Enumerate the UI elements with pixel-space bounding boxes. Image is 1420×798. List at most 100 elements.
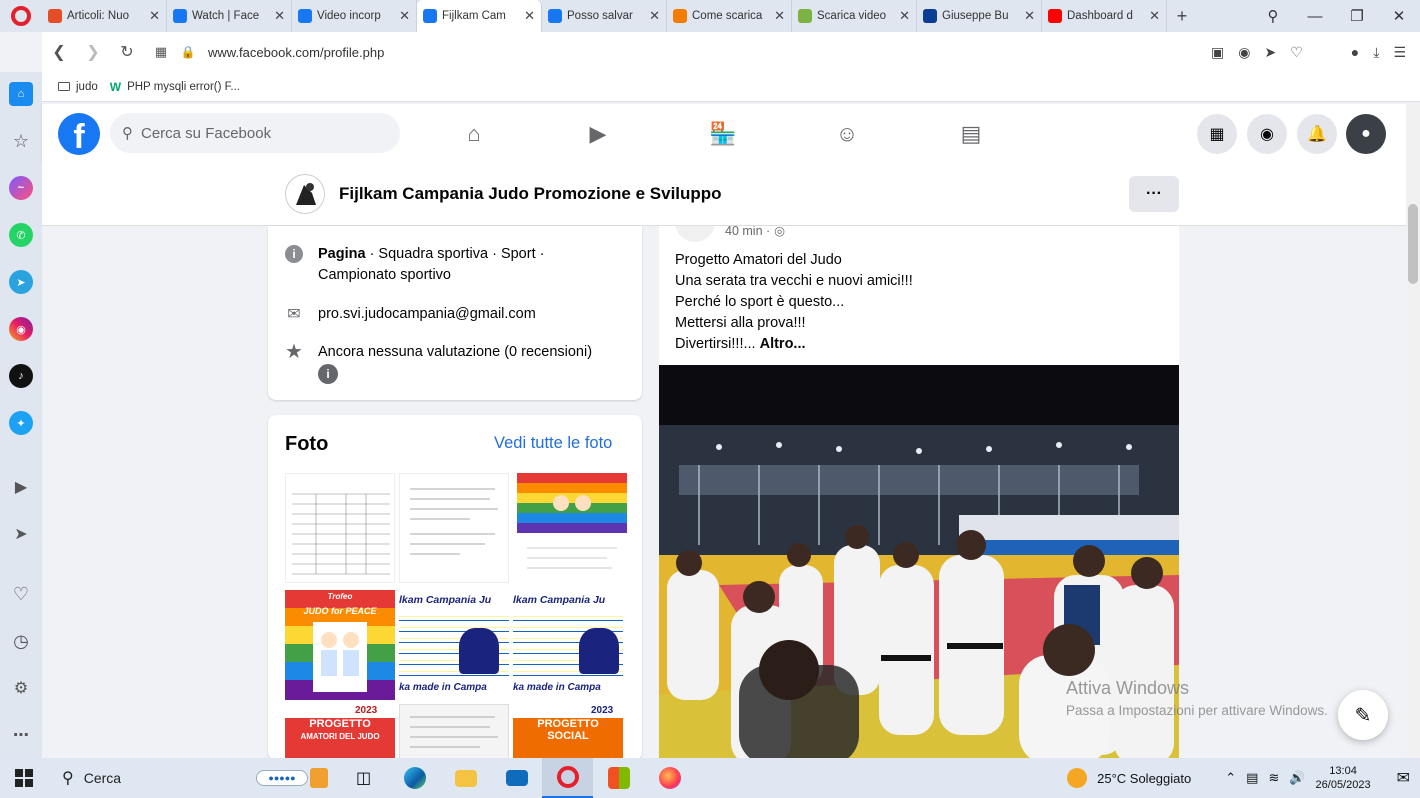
- see-more-link[interactable]: Altro...: [760, 336, 806, 352]
- close-tab-icon[interactable]: ✕: [274, 8, 285, 24]
- photo-thumb-progetto-amatori[interactable]: 2023 PROGETTO AMATORI DEL JUDO: [285, 704, 395, 760]
- browser-tab[interactable]: Watch | Face ✕: [167, 0, 292, 32]
- messenger-icon[interactable]: ~: [9, 176, 33, 200]
- browser-tab[interactable]: Posso salvar ✕: [542, 0, 667, 32]
- photo-thumb-campania[interactable]: lkam Campania Ju ka made in Campa: [513, 590, 623, 700]
- file-explorer-icon[interactable]: [440, 758, 491, 798]
- heart-icon[interactable]: ♡: [9, 582, 33, 606]
- back-button[interactable]: ❮: [42, 42, 76, 62]
- minimize-button[interactable]: —: [1294, 8, 1336, 25]
- heart-icon[interactable]: ♡: [1290, 44, 1303, 61]
- whatsapp-icon[interactable]: ✆: [9, 223, 33, 247]
- twitter-icon[interactable]: ✦: [9, 411, 33, 435]
- firefox-icon[interactable]: [644, 758, 695, 798]
- account-avatar[interactable]: ●: [1346, 114, 1386, 154]
- home-icon[interactable]: ⌂: [9, 82, 33, 106]
- close-tab-icon[interactable]: ✕: [1024, 8, 1035, 24]
- wifi-icon[interactable]: ≋: [1268, 770, 1279, 786]
- close-tab-icon[interactable]: ✕: [524, 8, 535, 24]
- new-tab-button[interactable]: +: [1167, 6, 1197, 27]
- photo-thumb[interactable]: [517, 473, 627, 583]
- download-icon[interactable]: ⤓: [1373, 44, 1379, 61]
- home-nav-icon[interactable]: ⌂: [456, 116, 492, 152]
- browser-tab[interactable]: Articoli: Nuo ✕: [42, 0, 167, 32]
- gaming-nav-icon[interactable]: ▤: [953, 116, 989, 152]
- search-tabs-icon[interactable]: ⚲: [1252, 7, 1294, 25]
- edge-icon[interactable]: [389, 758, 440, 798]
- bookmark-php-mysqli[interactable]: W PHP mysqli error() F...: [110, 80, 240, 94]
- reload-button[interactable]: ↻: [110, 42, 144, 62]
- facebook-logo[interactable]: f: [58, 113, 100, 155]
- page-avatar[interactable]: [285, 174, 325, 214]
- photo-thumb[interactable]: [399, 704, 509, 760]
- clock[interactable]: 13:04 26/05/2023: [1316, 764, 1371, 792]
- photo-thumb-progetto-social[interactable]: 2023 PROGETTO SOCIAL: [513, 704, 623, 760]
- browser-tab[interactable]: Scarica video ✕: [792, 0, 917, 32]
- restore-button[interactable]: ❐: [1336, 7, 1378, 25]
- instagram-icon[interactable]: ◉: [9, 317, 33, 341]
- page-more-button[interactable]: ···: [1129, 176, 1179, 212]
- page-scrollbar[interactable]: [1406, 104, 1420, 758]
- close-tab-icon[interactable]: ✕: [774, 8, 785, 24]
- player-icon[interactable]: ▶: [9, 475, 33, 499]
- post-time[interactable]: 40 min ·: [725, 226, 770, 238]
- forward-button[interactable]: ❯: [76, 42, 110, 62]
- volume-icon[interactable]: 🔊: [1289, 770, 1305, 786]
- opera-taskbar-icon[interactable]: [542, 758, 593, 798]
- page-email[interactable]: pro.svi.judocampania@gmail.com: [318, 304, 536, 325]
- post-author-avatar[interactable]: [675, 226, 715, 242]
- search-input[interactable]: Cerca su Facebook: [141, 125, 271, 142]
- close-tab-icon[interactable]: ✕: [399, 8, 410, 24]
- star-icon[interactable]: ☆: [9, 129, 33, 153]
- photo-thumb-judo-for-peace[interactable]: Trofeo JUDO for PEACE: [285, 590, 395, 700]
- send-icon[interactable]: ➤: [9, 522, 33, 546]
- browser-tab[interactable]: Fijlkam Cam ✕: [417, 0, 542, 32]
- snapshot-icon[interactable]: ▣: [1211, 44, 1224, 61]
- page-title[interactable]: Fijlkam Campania Judo Promozione e Svilu…: [339, 184, 722, 204]
- chevron-up-icon[interactable]: ⌃: [1225, 770, 1236, 786]
- browser-tab[interactable]: Dashboard d ✕: [1042, 0, 1167, 32]
- taskbar-search[interactable]: ⚲ Cerca ●●●●●: [48, 758, 338, 798]
- notifications-button[interactable]: 🔔: [1297, 114, 1337, 154]
- rating-info-icon[interactable]: i: [318, 364, 338, 384]
- scrollbar-thumb[interactable]: [1408, 204, 1418, 284]
- close-window-button[interactable]: ✕: [1378, 7, 1420, 25]
- weather-icon[interactable]: [1067, 768, 1088, 788]
- easy-setup-icon[interactable]: ☰: [1393, 44, 1406, 61]
- mail-icon[interactable]: [491, 758, 542, 798]
- start-button[interactable]: [0, 758, 48, 798]
- camera-icon[interactable]: ◉: [1238, 44, 1250, 61]
- opera-menu-button[interactable]: [0, 0, 42, 32]
- see-all-photos-link[interactable]: Vedi tutte le foto: [494, 434, 612, 453]
- url-field[interactable]: www.facebook.com/profile.php: [208, 45, 384, 60]
- tiktok-icon[interactable]: ♪: [9, 364, 33, 388]
- photo-thumb[interactable]: [285, 473, 395, 583]
- speed-dial-icon[interactable]: ▦: [144, 44, 178, 60]
- facebook-search[interactable]: ⚲ Cerca su Facebook: [110, 113, 400, 153]
- bookmark-judo[interactable]: judo: [58, 81, 98, 93]
- extensions-icon[interactable]: ⚙: [9, 676, 33, 700]
- browser-tab[interactable]: Video incorp ✕: [292, 0, 417, 32]
- close-tab-icon[interactable]: ✕: [649, 8, 660, 24]
- telegram-icon[interactable]: ➤: [9, 270, 33, 294]
- profile-icon[interactable]: ●: [1351, 44, 1359, 61]
- messenger-button[interactable]: ◉: [1247, 114, 1287, 154]
- notifications-icon[interactable]: ✉: [1397, 768, 1410, 788]
- groups-nav-icon[interactable]: ☺: [829, 116, 865, 152]
- task-view-icon[interactable]: ◫: [338, 758, 389, 798]
- close-tab-icon[interactable]: ✕: [899, 8, 910, 24]
- weather-text[interactable]: 25°C Soleggiato: [1097, 771, 1191, 786]
- network-icon[interactable]: ▤: [1246, 770, 1258, 786]
- browser-tab[interactable]: Come scarica ✕: [667, 0, 792, 32]
- new-message-button[interactable]: ✎: [1338, 690, 1388, 740]
- photo-thumb-campania[interactable]: lkam Campania Ju ka made in Campa: [399, 590, 509, 700]
- browser-tab[interactable]: Giuseppe Bu ✕: [917, 0, 1042, 32]
- watch-nav-icon[interactable]: ▶: [580, 116, 616, 152]
- more-icon[interactable]: ⋯: [9, 723, 33, 747]
- photo-thumb[interactable]: [399, 473, 509, 583]
- password-manager-icon[interactable]: ●●●●●: [256, 768, 328, 788]
- menu-grid-button[interactable]: ▦: [1197, 114, 1237, 154]
- send-icon[interactable]: ➤: [1264, 44, 1276, 61]
- history-icon[interactable]: ◷: [9, 629, 33, 653]
- store-icon[interactable]: [593, 758, 644, 798]
